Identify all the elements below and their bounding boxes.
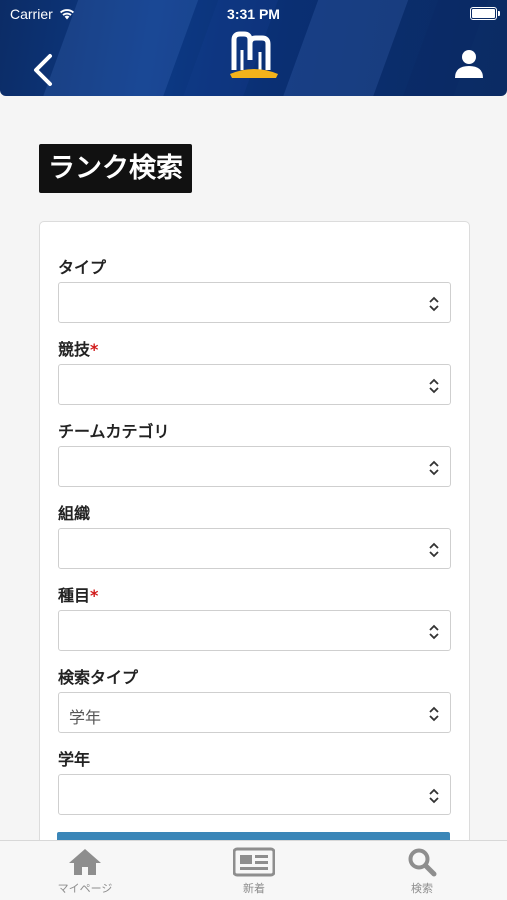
field-label-text: 検索タイプ [58,668,139,687]
status-bar: Carrier 3:31 PM [0,0,507,28]
field-label-sport: 競技* [58,336,98,360]
tab-label: 新着 [243,882,265,895]
required-mark: * [90,586,99,605]
search-form-card: タイプ 競技* チームカテゴリ 組織 種目* 検索タイプ 学年 学年 [39,221,470,840]
field-label-event: 種目* [58,582,98,606]
app-header: Carrier 3:31 PM [0,0,507,96]
brand-logo [228,30,280,80]
chevron-updown-icon [429,378,439,394]
tab-label: 検索 [411,882,433,895]
type-select[interactable] [58,282,451,323]
chevron-updown-icon [429,624,439,640]
tab-mypage[interactable]: マイページ [25,847,145,896]
main-content: ランク検索 タイプ 競技* チームカテゴリ 組織 種目* 検索タイプ 学年 学年 [0,96,507,840]
chevron-left-icon [34,54,52,86]
organization-select[interactable] [58,528,451,569]
field-label-text: タイプ [58,258,107,277]
person-icon [455,50,483,78]
search-submit-button[interactable] [57,832,450,840]
field-label-text: 競技 [58,340,91,359]
tab-label: マイページ [57,882,113,895]
status-time: 3:31 PM [227,6,280,22]
page-title: ランク検索 [39,144,192,193]
back-button[interactable] [26,48,62,88]
chevron-updown-icon [429,296,439,312]
select-value: 学年 [69,708,102,727]
chevron-updown-icon [429,460,439,476]
field-label-text: 学年 [58,750,91,769]
chevron-updown-icon [429,788,439,804]
field-label-type: タイプ [58,254,106,278]
battery-icon [470,7,500,20]
field-label-text: 組織 [58,504,91,523]
field-label-search-type: 検索タイプ [58,664,138,688]
required-mark: * [90,340,99,359]
home-icon [69,849,101,875]
logo-icon [230,31,278,78]
search-type-select[interactable]: 学年 [58,692,451,733]
team-category-select[interactable] [58,446,451,487]
field-label-text: チームカテゴリ [58,422,170,441]
chevron-updown-icon [429,542,439,558]
search-icon [408,848,437,877]
bottom-tab-bar: マイページ 新着 検索 [0,840,507,900]
user-profile-button[interactable] [453,48,485,80]
chevron-updown-icon [429,706,439,722]
field-label-team-category: チームカテゴリ [58,418,170,442]
field-label-grade: 学年 [58,746,90,770]
grade-select[interactable] [58,774,451,815]
field-label-organization: 組織 [58,500,90,524]
event-select[interactable] [58,610,451,651]
tab-news[interactable]: 新着 [194,847,314,896]
sport-select[interactable] [58,364,451,405]
tab-search[interactable]: 検索 [362,847,482,896]
news-icon [233,847,275,877]
field-label-text: 種目 [58,586,91,605]
